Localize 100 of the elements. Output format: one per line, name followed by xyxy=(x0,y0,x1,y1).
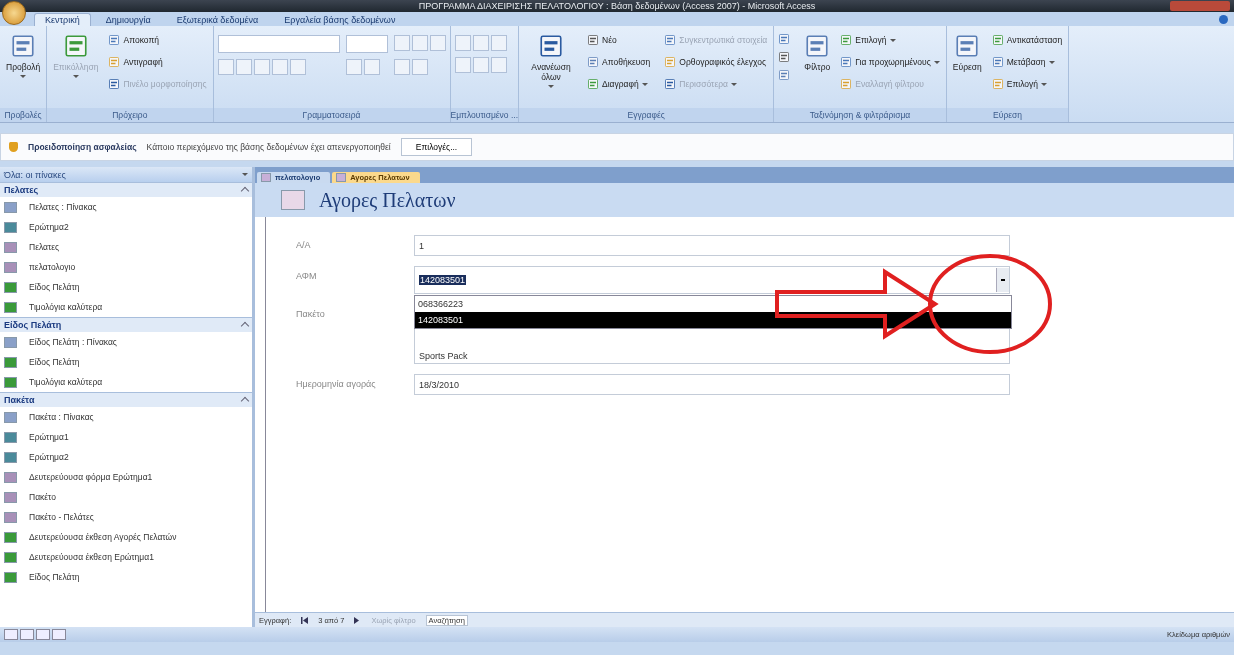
nav-item[interactable]: Ερώτημα2 xyxy=(0,217,252,237)
nav-item[interactable]: Τιμολόγια καλύτερα xyxy=(0,372,252,392)
report-icon xyxy=(4,376,17,388)
nav-item[interactable]: πελατολογιο xyxy=(0,257,252,277)
options-button[interactable]: Επιλογές... xyxy=(400,138,473,156)
nav-item[interactable]: Δευτερεύουσα έκθεση Ερώτημα1 xyxy=(0,547,252,567)
caret-icon[interactable] xyxy=(242,173,248,176)
office-button[interactable] xyxy=(2,1,26,25)
nav-group-header[interactable]: Πελατες xyxy=(4,185,39,195)
text-field[interactable]: 18/3/2010 xyxy=(414,374,1010,395)
document-icon xyxy=(840,56,853,68)
view-button[interactable] xyxy=(52,629,66,640)
document-icon xyxy=(664,34,677,46)
document-icon xyxy=(840,78,853,90)
report-icon xyxy=(4,571,17,583)
nav-item[interactable]: Πακέτο xyxy=(0,487,252,507)
document-icon xyxy=(991,78,1004,90)
ribbon-tab[interactable]: Εργαλεία βάσης δεδομένων xyxy=(273,13,407,26)
help-icon[interactable] xyxy=(1219,14,1228,24)
ribbon-button[interactable]: Προβολή xyxy=(4,29,43,82)
view-button[interactable] xyxy=(4,629,18,640)
nav-item[interactable]: Πακέτο - Πελάτες xyxy=(0,507,252,527)
nav-item[interactable]: Είδος Πελάτη : Πίνακας xyxy=(0,332,252,352)
caret-icon xyxy=(72,75,79,78)
format-button[interactable] xyxy=(253,59,270,75)
ribbon-button[interactable]: Αντιγραφή xyxy=(106,51,209,73)
ribbon-button[interactable]: Επιλογή xyxy=(989,73,1065,95)
report-icon xyxy=(4,301,17,313)
font-name-field[interactable] xyxy=(217,35,340,53)
indent-button[interactable] xyxy=(490,35,507,51)
ribbon-button[interactable]: Φίλτρο xyxy=(802,29,833,76)
text-field[interactable]: 1 xyxy=(414,235,1010,256)
list-button[interactable] xyxy=(472,57,489,73)
next-record-button[interactable] xyxy=(352,616,362,624)
nav-item[interactable]: Δευτερεύουσα φόρμα Ερώτημα1 xyxy=(0,467,252,487)
security-title: Προειδοποίηση ασφαλείας xyxy=(28,142,137,152)
nav-item[interactable]: Δευτερεύουσα έκθεση Αγορές Πελατών xyxy=(0,527,252,547)
first-record-button[interactable] xyxy=(299,616,311,624)
nav-item[interactable]: Είδος Πελάτη xyxy=(0,352,252,372)
ribbon-button[interactable]: Διαγραφή xyxy=(585,73,653,95)
query-icon xyxy=(4,451,17,463)
nav-item[interactable]: Ερώτημα2 xyxy=(0,447,252,467)
nav-item[interactable]: Είδος Πελάτη xyxy=(0,567,252,587)
dropdown-option[interactable]: 142083501 xyxy=(415,312,1011,328)
ribbon-button[interactable]: Νέο xyxy=(585,29,653,51)
nav-item[interactable]: Πελατες : Πίνακας xyxy=(0,197,252,217)
report-icon xyxy=(4,281,17,293)
nav-item[interactable]: Πελατες xyxy=(0,237,252,257)
list-button[interactable] xyxy=(454,57,471,73)
ribbon-button[interactable]: Για προχωρημένους xyxy=(838,51,942,73)
view-button[interactable] xyxy=(36,629,50,640)
group-label: Πρόχειρο xyxy=(47,108,213,122)
ribbon-button[interactable]: Αποθήκευση xyxy=(585,51,653,73)
group-label: Γραμματοσειρά xyxy=(213,108,450,122)
document-icon xyxy=(587,78,600,90)
indent-button[interactable] xyxy=(454,35,471,51)
form-icon xyxy=(4,511,17,523)
ribbon-tab[interactable]: Εξωτερικά δεδομένα xyxy=(165,13,270,26)
align-button[interactable] xyxy=(411,35,428,51)
ribbon-button[interactable]: Ανανέωση όλων xyxy=(523,29,580,92)
ribbon-button[interactable]: Μετάβαση xyxy=(989,51,1065,73)
window-title: ΠΡΟΓΡΑΜΜΑ ΔΙΑΧΕΙΡΙΣΗΣ ΠΕΛΑΤΟΛΟΓΙΟΥ : Βάση δεδομένων (Access 2007) - Microsoft Access xyxy=(418,1,816,11)
dropdown-button[interactable] xyxy=(996,268,1009,292)
table-icon xyxy=(4,411,17,423)
document-icon xyxy=(108,78,121,90)
gridline-button[interactable] xyxy=(393,59,410,75)
form-title: Αγορες Πελατων xyxy=(319,188,456,212)
field-label: Πακέτο xyxy=(296,308,326,321)
list-button[interactable] xyxy=(490,57,507,73)
align-button[interactable] xyxy=(393,35,410,51)
format-button[interactable] xyxy=(235,59,252,75)
document-icon xyxy=(664,78,677,90)
ribbon-button[interactable]: Επιλογή xyxy=(838,29,942,51)
ribbon-button[interactable]: Αποκοπή xyxy=(106,29,209,51)
format-button[interactable] xyxy=(289,59,306,75)
ribbon-tab[interactable]: Κεντρική xyxy=(34,13,91,26)
ribbon-button[interactable]: Αντικατάσταση xyxy=(989,29,1065,51)
gridline-button[interactable] xyxy=(411,59,428,75)
view-button[interactable] xyxy=(20,629,34,640)
nav-item[interactable]: Τιμολόγια καλύτερα xyxy=(0,297,252,317)
nav-group-header[interactable]: Πακέτα xyxy=(4,395,35,405)
document-icon xyxy=(804,33,831,59)
nav-item[interactable]: Είδος Πελάτη xyxy=(0,277,252,297)
query-icon xyxy=(4,431,17,443)
indent-button[interactable] xyxy=(472,35,489,51)
nav-item[interactable]: Ερώτημα1 xyxy=(0,427,252,447)
color-button[interactable] xyxy=(345,59,362,75)
format-button[interactable] xyxy=(271,59,288,75)
document-icon xyxy=(991,56,1004,68)
format-button[interactable] xyxy=(217,59,234,75)
ribbon-tab[interactable]: Δημιουργία xyxy=(94,13,162,26)
ribbon-button[interactable]: Ορθογραφικός έλεγχος xyxy=(662,51,770,73)
nav-group-header[interactable]: Είδος Πελάτη xyxy=(4,320,62,330)
font-size-field[interactable] xyxy=(345,35,388,53)
align-button[interactable] xyxy=(429,35,446,51)
nav-header[interactable]: Όλα: οι πίνακες xyxy=(4,169,66,180)
ribbon-button[interactable]: Εύρεση xyxy=(950,29,984,76)
color-button[interactable] xyxy=(363,59,380,75)
form-icon xyxy=(4,261,17,273)
nav-item[interactable]: Πακέτα : Πίνακας xyxy=(0,407,252,427)
